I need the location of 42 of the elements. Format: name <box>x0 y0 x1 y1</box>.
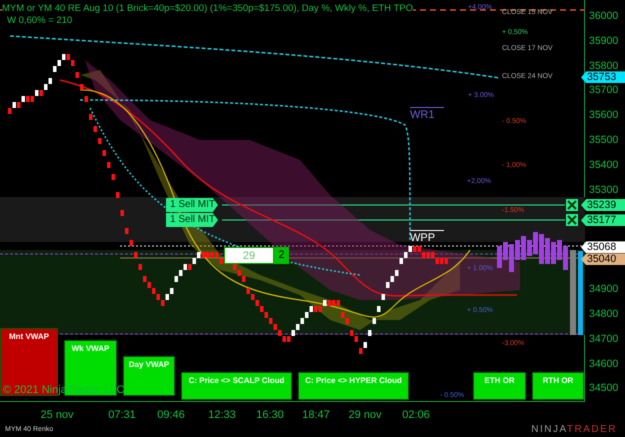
profile-bars <box>497 232 568 272</box>
price-tick: 35800 <box>589 58 618 72</box>
price-tick: 35400 <box>589 158 618 172</box>
price-tick: 34600 <box>589 356 618 371</box>
chart-subtitle: W 0,60% = 210 <box>7 15 72 26</box>
time-tick: 29 nov <box>347 409 383 421</box>
price-tick: 34800 <box>589 306 618 321</box>
order-quantity[interactable]: 2 <box>274 247 289 264</box>
price-tick: 35700 <box>589 83 618 98</box>
price-tick: 34900 <box>589 282 618 296</box>
price-tick: 35300 <box>589 182 618 197</box>
price-tick: 34500 <box>589 381 618 396</box>
price-tick: 35900 <box>589 34 618 48</box>
price-marker: 35068 <box>581 241 625 254</box>
price-marker: 35177 <box>581 214 625 226</box>
signal-box: Day VWAP <box>123 356 175 396</box>
time-tick: 18:47 <box>301 409 331 421</box>
signal-box: RTH OR <box>532 372 584 400</box>
close-icon[interactable] <box>566 199 578 211</box>
price-tick: 34700 <box>589 332 618 346</box>
signal-box: C: Price <> HYPER Cloud <box>298 372 409 400</box>
order-tag[interactable]: 1 Sell MIT <box>166 213 218 227</box>
time-tick: 07:31 <box>107 409 137 421</box>
time-tick: 02:06 <box>401 409 431 421</box>
price-tick: 36000 <box>589 9 618 23</box>
time-tick: 12:33 <box>207 409 237 421</box>
signal-box: C: Price <> SCALP Cloud <box>181 372 292 400</box>
time-tick: 16:30 <box>255 409 285 421</box>
pivot-label: WPP <box>410 230 444 244</box>
pivot-label: WR1 <box>410 107 444 121</box>
chart-title: MYM or YM 40 RE Aug 10 (1 Brick=40p=$20.00) (1%=350p=$175.00), Day %, Wkly %, ETH TPO <box>2 3 413 14</box>
price-marker: 35239 <box>581 198 625 211</box>
time-tick: 09:46 <box>156 409 186 421</box>
price-tick: 35600 <box>589 108 618 122</box>
close-icon[interactable] <box>566 214 578 226</box>
price-tick: 35500 <box>589 133 618 148</box>
signal-box: ETH OR <box>473 372 526 400</box>
order-tag[interactable]: 1 Sell MIT <box>166 198 218 212</box>
price-marker: 35040 <box>581 253 625 266</box>
time-tick: 25 nov <box>39 409 75 421</box>
logo-text: NINJATRADER <box>531 424 617 435</box>
price-marker: 35753 <box>581 71 625 84</box>
